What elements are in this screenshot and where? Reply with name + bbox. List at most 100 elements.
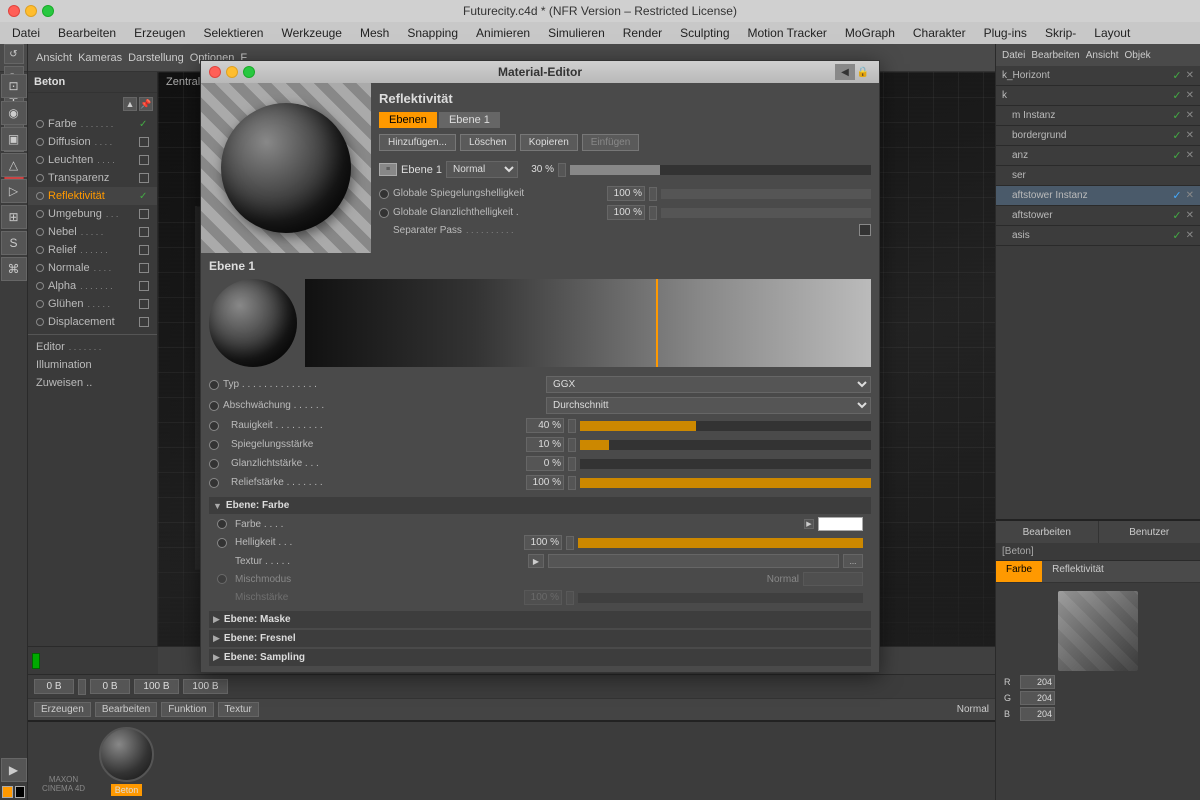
menu-charakter[interactable]: Charakter [905, 24, 974, 42]
prop-alpha[interactable]: Alpha . . . . . . . [28, 277, 157, 295]
close-button[interactable] [8, 5, 20, 17]
prop-rauigkeit-input[interactable] [526, 418, 564, 433]
tab-ebenen[interactable]: Ebenen [379, 112, 437, 128]
prop-illumination[interactable]: Illumination [28, 356, 157, 374]
ebene-maske-section[interactable]: ▶ Ebene: Maske [209, 611, 871, 628]
tl-input-3[interactable] [134, 679, 179, 694]
obj-header-datei[interactable]: Datei [1002, 50, 1025, 61]
paint-tool[interactable]: S [1, 231, 27, 255]
select-tool[interactable]: ⊡ [1, 74, 27, 98]
layer-opacity-spinner[interactable] [558, 163, 566, 177]
menu-skrip[interactable]: Skrip- [1037, 24, 1084, 42]
menu-simulieren[interactable]: Simulieren [540, 24, 613, 42]
prop-displacement[interactable]: Displacement [28, 313, 157, 331]
farbe-textur-input[interactable] [548, 554, 839, 568]
mat-editor-arrow[interactable]: ◀ [835, 64, 855, 80]
mat-tab-reflektivitat[interactable]: Reflektivität [1042, 561, 1114, 582]
prop-nebel[interactable]: Nebel . . . . . [28, 223, 157, 241]
prop-gluhen[interactable]: Glühen . . . . . [28, 295, 157, 313]
radio-reflection[interactable] [379, 189, 389, 199]
tab-ebene1[interactable]: Ebene 1 [439, 112, 500, 128]
global-highlight-value[interactable] [607, 205, 645, 220]
menu-plug-ins[interactable]: Plug-ins [976, 24, 1035, 42]
prop-glanz-input[interactable] [526, 456, 564, 471]
mat-tab-farbe[interactable]: Farbe [996, 561, 1042, 582]
radio-glanz[interactable] [209, 459, 219, 469]
prop-glanz-slider[interactable] [580, 459, 871, 469]
farbe-mischstarke-spinner[interactable] [566, 591, 574, 605]
bottom-textur[interactable]: Textur [218, 702, 259, 717]
radio-relief[interactable] [209, 478, 219, 488]
viewport-menu-ansicht[interactable]: Ansicht [36, 52, 72, 64]
texture-tool[interactable]: ⊞ [1, 205, 27, 229]
prop-diffusion[interactable]: Diffusion . . . . [28, 133, 157, 151]
prop-transparenz[interactable]: Transparenz [28, 169, 157, 187]
ebene-fresnel-section[interactable]: ▶ Ebene: Fresnel [209, 630, 871, 647]
prop-umgebung[interactable]: Umgebung . . . [28, 205, 157, 223]
radio-spiegelung[interactable] [209, 440, 219, 450]
obj-header-ansicht[interactable]: Ansicht [1086, 50, 1119, 61]
edge-tool[interactable]: ▣ [1, 127, 27, 151]
obj-aftstower[interactable]: aftstower ✓ ✕ [996, 206, 1200, 226]
menu-mesh[interactable]: Mesh [352, 24, 397, 42]
prop-relief-slider[interactable] [580, 478, 871, 488]
prop-abschwachung-select[interactable]: Durchschnitt [546, 397, 871, 414]
layer-opacity-slider[interactable] [570, 165, 871, 175]
mat-swatch-beton[interactable]: Beton [99, 727, 154, 796]
prop-checkbox-leuchten[interactable] [139, 155, 149, 165]
menu-selektieren[interactable]: Selektieren [195, 24, 271, 42]
obj-anz[interactable]: anz ✓ ✕ [996, 146, 1200, 166]
minimize-button[interactable] [25, 5, 37, 17]
mat-editor-max[interactable] [243, 66, 255, 78]
play-button[interactable]: ▶ [1, 758, 27, 782]
mat-editor-close[interactable] [209, 66, 221, 78]
prop-zuweisen[interactable]: Zuweisen .. [28, 374, 157, 392]
btn-kopieren[interactable]: Kopieren [520, 134, 578, 151]
radio-abschwachung[interactable] [209, 401, 219, 411]
prop-rauigkeit-spinner[interactable] [568, 419, 576, 433]
color-foreground[interactable] [2, 786, 13, 798]
radio-highlight[interactable] [379, 208, 389, 218]
prop-reflektivitat[interactable]: Reflektivität ✓ [28, 187, 157, 205]
separate-pass-checkbox[interactable] [859, 224, 871, 236]
menu-render[interactable]: Render [615, 24, 670, 42]
g-input[interactable] [1020, 691, 1055, 705]
prop-glanz-spinner[interactable] [568, 457, 576, 471]
sculpt-tool[interactable]: ⌘ [1, 257, 27, 281]
menu-sculpting[interactable]: Sculpting [672, 24, 737, 42]
tl-input-2[interactable] [90, 679, 130, 694]
farbe-swatch[interactable] [818, 517, 863, 531]
prop-checkbox-transparenz[interactable] [139, 173, 149, 183]
viewport-menu-darstellung[interactable]: Darstellung [128, 52, 184, 64]
prop-relief-input[interactable] [526, 475, 564, 490]
rb-tab-benutzer[interactable]: Benutzer [1099, 521, 1200, 543]
prop-farbe[interactable]: Farbe . . . . . . . ✓ [28, 115, 157, 133]
obj-header-bearbeiten[interactable]: Bearbeiten [1031, 50, 1079, 61]
farbe-mischstarke-slider[interactable] [578, 593, 863, 603]
prop-relief-spinner[interactable] [568, 476, 576, 490]
layer-mode-select[interactable]: Normal [446, 161, 518, 178]
r-input[interactable] [1020, 675, 1055, 689]
prop-typ-select[interactable]: GGX [546, 376, 871, 393]
ebene-farbe-header[interactable]: ▼ Ebene: Farbe [209, 497, 871, 514]
mat-props-scroll-up[interactable]: ▲ [123, 97, 137, 111]
menu-snapping[interactable]: Snapping [399, 24, 466, 42]
rb-tab-bearbeiten[interactable]: Bearbeiten [996, 521, 1099, 543]
prop-leuchten[interactable]: Leuchten . . . . [28, 151, 157, 169]
farbe-arrow[interactable]: ▶ [804, 519, 814, 529]
radio-farbe-color[interactable] [217, 519, 227, 529]
bottom-bearbeiten[interactable]: Bearbeiten [95, 702, 157, 717]
btn-loschen[interactable]: Löschen [460, 134, 516, 151]
prop-spiegelung-slider[interactable] [580, 440, 871, 450]
prop-rauigkeit-slider[interactable] [580, 421, 871, 431]
btn-einfugen[interactable]: Einfügen [582, 134, 639, 151]
b-input[interactable] [1020, 707, 1055, 721]
bottom-funktion[interactable]: Funktion [161, 702, 213, 717]
mat-editor-min[interactable] [226, 66, 238, 78]
tl-spinner-1[interactable] [78, 679, 86, 695]
maximize-button[interactable] [42, 5, 54, 17]
radio-typ[interactable] [209, 380, 219, 390]
farbe-textur-arrow-btn[interactable]: ▶ [528, 554, 544, 568]
prop-checkbox-umgebung[interactable] [139, 209, 149, 219]
mat-props-pin[interactable]: 📌 [139, 97, 153, 111]
